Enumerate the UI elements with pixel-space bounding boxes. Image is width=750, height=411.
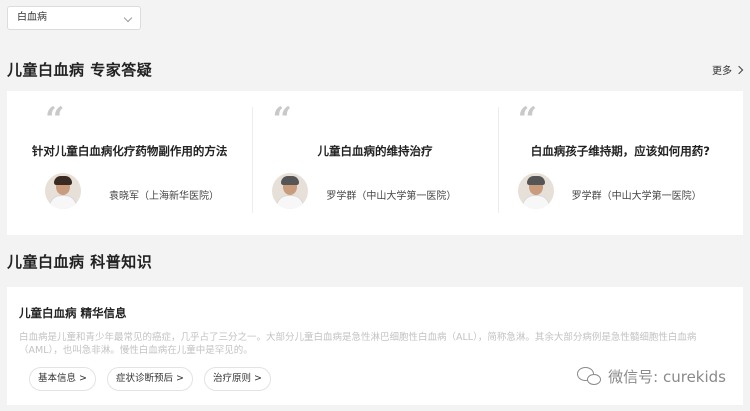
info-tags: 基本信息 > 症状诊断预后 > 治疗原则 > [29, 367, 271, 391]
info-card: 儿童白血病 精华信息 白血病是儿童和青少年最常见的癌症，几乎占了三分之一。大部分… [7, 287, 743, 405]
disease-select-value: 白血病 [17, 12, 47, 23]
doctor-name: 袁晓军（上海新华医院） [109, 191, 219, 202]
quote-icon: “ [45, 100, 65, 140]
qa-card-title[interactable]: 儿童白血病的维持治疗 [252, 143, 497, 159]
doctor-avatar [272, 173, 309, 209]
tag-basic-info[interactable]: 基本信息 > [29, 367, 96, 391]
tag-symptoms-diagnosis[interactable]: 症状诊断预后 > [106, 367, 193, 391]
quote-icon: “ [517, 100, 538, 140]
chevron-down-icon [123, 13, 133, 23]
qa-card[interactable]: “ 针对儿童白血病化疗药物副作用的方法 袁晓军（上海新华医院） [7, 91, 252, 235]
quote-icon: “ [272, 100, 292, 140]
disease-select[interactable]: 白血病 [7, 6, 141, 30]
watermark-text: 微信号: curekids [608, 368, 726, 386]
qa-card[interactable]: “ 白血病孩子维持期，应该如何用药? 罗学群（中山大学第一医院） [497, 91, 743, 235]
info-card-text: 白血病是儿童和青少年最常见的癌症，几乎占了三分之一。大部分儿童白血病是急性淋巴细… [19, 332, 697, 356]
qa-card-title[interactable]: 白血病孩子维持期，应该如何用药? [498, 143, 743, 159]
qa-panel: “ 针对儿童白血病化疗药物副作用的方法 袁晓军（上海新华医院） “ 儿童白血病的… [7, 91, 743, 235]
science-section-title: 儿童白血病 科普知识 [7, 253, 153, 271]
qa-card-title[interactable]: 针对儿童白血病化疗药物副作用的方法 [7, 143, 252, 159]
wechat-icon [577, 366, 603, 387]
wechat-watermark: 微信号: curekids [577, 366, 726, 387]
doctor-avatar [517, 173, 554, 209]
doctor-name: 罗学群（中山大学第一医院） [326, 191, 457, 202]
chevron-right-icon [734, 65, 744, 74]
more-link[interactable]: 更多 [712, 62, 744, 77]
qa-section-title: 儿童白血病 专家答疑 [7, 61, 153, 79]
info-card-heading: 儿童白血病 精华信息 [19, 306, 127, 320]
more-link-label: 更多 [712, 66, 732, 77]
qa-card[interactable]: “ 儿童白血病的维持治疗 罗学群（中山大学第一医院） [252, 91, 497, 235]
tag-treatment[interactable]: 治疗原则 > [203, 367, 271, 391]
doctor-name: 罗学群（中山大学第一医院） [571, 191, 702, 202]
doctor-avatar [45, 173, 81, 209]
